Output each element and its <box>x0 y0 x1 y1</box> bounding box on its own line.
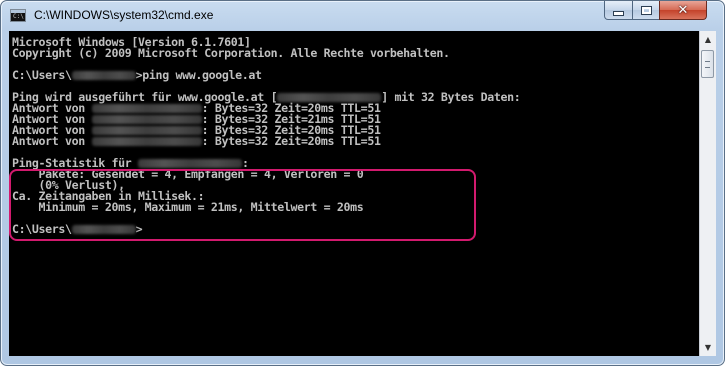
vertical-scrollbar[interactable]: ▲ ▼ <box>699 31 716 356</box>
redacted-text <box>277 93 382 102</box>
ping-statistics-highlight <box>9 169 476 241</box>
close-icon: ✕ <box>677 2 689 18</box>
title-bar[interactable]: C:\ C:\WINDOWS\system32\cmd.exe ✕ <box>1 1 724 31</box>
redacted-text <box>91 104 202 113</box>
console-text: : Bytes=32 Zeit=20ms TTL=51 <box>201 134 381 148</box>
minimize-icon <box>613 10 624 16</box>
redacted-text <box>91 115 202 124</box>
cmd-window: C:\ C:\WINDOWS\system32\cmd.exe ✕ Micros… <box>0 0 725 366</box>
redacted-text <box>91 126 202 135</box>
redacted-text <box>71 71 136 80</box>
console-line: Antwort von : Bytes=32 Zeit=20ms TTL=51 <box>12 134 520 148</box>
maximize-button[interactable] <box>632 1 660 20</box>
console-text: Antwort von <box>12 134 92 148</box>
console-line: C:\Users\ >ping www.google.at <box>12 68 520 82</box>
minimize-button[interactable] <box>604 1 633 20</box>
window-title: C:\WINDOWS\system32\cmd.exe <box>34 8 214 22</box>
redacted-text <box>91 137 202 146</box>
maximize-icon <box>640 5 652 15</box>
console-line: Copyright (c) 2009 Microsoft Corporation… <box>12 46 450 60</box>
arrow-down-icon: ▼ <box>704 343 712 352</box>
scroll-up-button[interactable]: ▲ <box>700 31 716 48</box>
scroll-down-button[interactable]: ▼ <box>700 339 716 356</box>
arrow-up-icon: ▲ <box>704 35 712 44</box>
close-button[interactable]: ✕ <box>659 1 707 20</box>
redacted-text <box>137 159 242 168</box>
console-text: C:\Users\ <box>12 68 72 82</box>
console-text: ] mit 32 Bytes Daten: <box>381 90 521 104</box>
console-text: >ping www.google.at <box>135 68 262 82</box>
scroll-thumb[interactable] <box>701 50 714 78</box>
cmd-icon[interactable]: C:\ <box>10 9 26 22</box>
